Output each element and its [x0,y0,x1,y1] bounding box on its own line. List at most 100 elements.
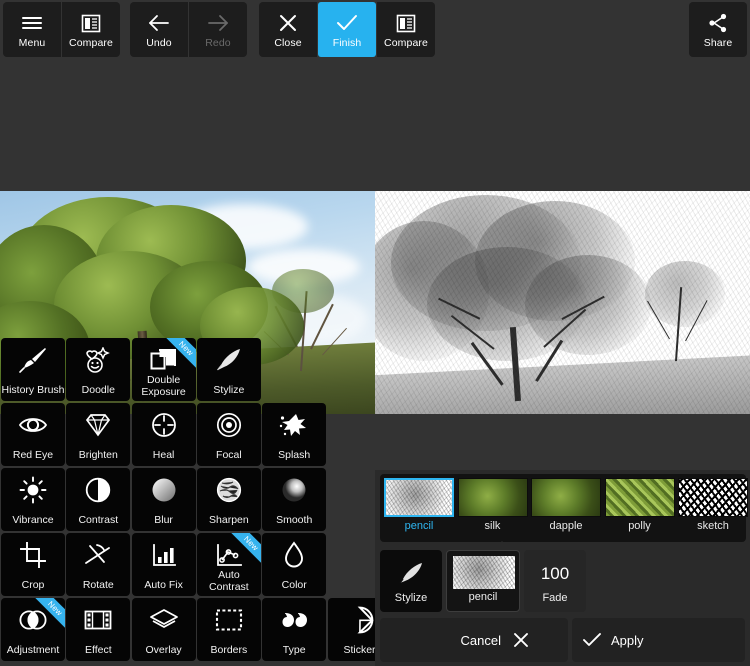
preset-pencil[interactable]: pencil [384,478,454,533]
tool-tile-color[interactable]: Color [262,533,327,596]
preset-thumbnail [384,478,454,517]
apply-button[interactable]: Apply [572,618,745,662]
tool-tile-overlay[interactable]: Overlay [131,598,196,661]
gradient-sphere-icon [132,476,196,504]
preset-dapple[interactable]: dapple [531,478,601,533]
pencil-grain-texture [375,191,750,414]
redo-button[interactable]: Redo [189,2,247,57]
tool-tile-brighten[interactable]: Brighten [66,403,131,466]
smooth-sphere-icon [262,476,326,504]
undo-button[interactable]: Undo [130,2,188,57]
tool-tile-label: Red Eye [12,449,54,461]
layers-icon [132,606,196,634]
half-circle-icon [66,476,130,504]
tool-tile-adjustment[interactable]: Adjustment New [1,598,65,661]
preset-silk[interactable]: silk [457,478,528,533]
tool-tile-label: History Brush [1,384,65,396]
cancel-button[interactable]: Cancel [380,618,568,662]
tool-grid: History Brush Doodle Double Exposure New Sty… [0,338,392,663]
tool-tile-label: Focal [216,449,242,461]
preset-sketch[interactable]: sketch [678,478,748,533]
tool-tile-doodle[interactable]: Doodle [66,338,131,401]
tool-tile-label: Heal [152,449,175,461]
finish-button-label: Finish [332,37,362,49]
paint-brush-icon [1,346,65,374]
diamond-icon [66,411,130,439]
preset-thumbnail [604,478,675,517]
finish-button[interactable]: Finish [318,2,376,57]
preset-thumbnail [453,556,515,589]
tool-grid-row: Crop Rotate Auto Fix Auto Contrast New Color [0,533,390,598]
preset-polly[interactable]: polly [604,478,675,533]
splash-drop-icon [262,411,326,439]
share-button[interactable]: Share [689,2,747,57]
crop-frame-icon [1,541,65,569]
tool-tile-sharpen[interactable]: Sharpen [196,468,261,531]
compare-button-right-label: Compare [384,37,428,49]
preset-control-label: pencil [468,591,498,603]
tool-tile-auto-contrast[interactable]: Auto Contrast New [196,533,261,596]
tool-tile-rotate[interactable]: Rotate [66,533,131,596]
tool-tile-label: Rotate [82,579,114,591]
top-toolbar: Menu Compare Undo Redo Close Finish Comp… [0,0,750,59]
tool-tile-red-eye[interactable]: Red Eye [1,403,65,466]
preset-label: silk [484,520,501,532]
preset-label: pencil [404,520,434,532]
tool-tile-splash[interactable]: Splash [262,403,327,466]
tool-tile-effect[interactable]: Effect [66,598,131,661]
compare-button-right[interactable]: Compare [377,2,435,57]
tool-tile-label: Double Exposure [141,374,186,398]
tool-tile-crop[interactable]: Crop [1,533,65,596]
tool-tile-label: Auto Fix [144,579,183,591]
tool-tile-vibrance[interactable]: Vibrance [1,468,65,531]
tool-tile-auto-fix[interactable]: Auto Fix [131,533,196,596]
effect-panel: pencil silk dapple polly sketch Stylize penc… [375,470,750,666]
tool-tile-blur[interactable]: Blur [131,468,196,531]
tool-tile-smooth[interactable]: Smooth [262,468,327,531]
tool-tile-contrast[interactable]: Contrast [66,468,131,531]
water-drop-icon [262,541,326,569]
feather-quill-icon [197,346,261,374]
tool-tile-double-exposure[interactable]: Double Exposure New [131,338,196,401]
tool-grid-row: Vibrance Contrast Blur Sharpen Smooth [0,468,390,533]
undo-button-label: Undo [146,37,172,49]
tool-tile-label: Stylize [213,384,245,396]
tool-tile-label: Vibrance [12,514,54,526]
hamburger-menu-icon [21,10,43,36]
close-button[interactable]: Close [259,2,317,57]
close-x-icon [512,631,530,649]
preset-label: dapple [549,520,583,532]
tool-tile-label: Borders [210,644,248,656]
cancel-button-label: Cancel [460,632,501,648]
preset-thumbnail [678,478,748,517]
pencil-sketch-preview[interactable] [375,191,750,414]
tool-tile-label: Contrast [78,514,119,526]
fade-control-label: Fade [542,592,568,604]
apply-button-label: Apply [611,632,644,648]
menu-button[interactable]: Menu [3,2,61,57]
tool-grid-row: History Brush Doodle Double Exposure New Sty… [0,338,390,403]
tool-tile-label: Type [282,644,306,656]
close-x-icon [278,10,298,36]
preset-control-button[interactable]: pencil [446,550,520,612]
toolbar-group-menu: Menu Compare [3,2,120,57]
preset-label: polly [628,520,651,532]
tool-tile-history-brush[interactable]: History Brush [1,338,65,401]
share-button-label: Share [703,37,733,49]
compare-button-left-label: Compare [69,37,113,49]
sketch-canvas [375,191,750,414]
tool-tile-stylize[interactable]: Stylize [196,338,261,401]
tool-tile-type[interactable]: Type [262,598,327,661]
arrow-left-icon [147,10,171,36]
tool-tile-focal[interactable]: Focal [196,403,261,466]
feather-quill-icon [380,559,442,587]
compare-button-left[interactable]: Compare [62,2,120,57]
tool-tile-label: Effect [84,644,112,656]
effect-actions: Cancel Apply [380,618,745,662]
tool-tile-heal[interactable]: Heal [131,403,196,466]
share-node-icon [708,10,728,36]
concentric-circles-icon [197,411,261,439]
stylize-control-button[interactable]: Stylize [380,550,442,612]
tool-tile-borders[interactable]: Borders [196,598,261,661]
fade-control-button[interactable]: 100 Fade [524,550,586,612]
